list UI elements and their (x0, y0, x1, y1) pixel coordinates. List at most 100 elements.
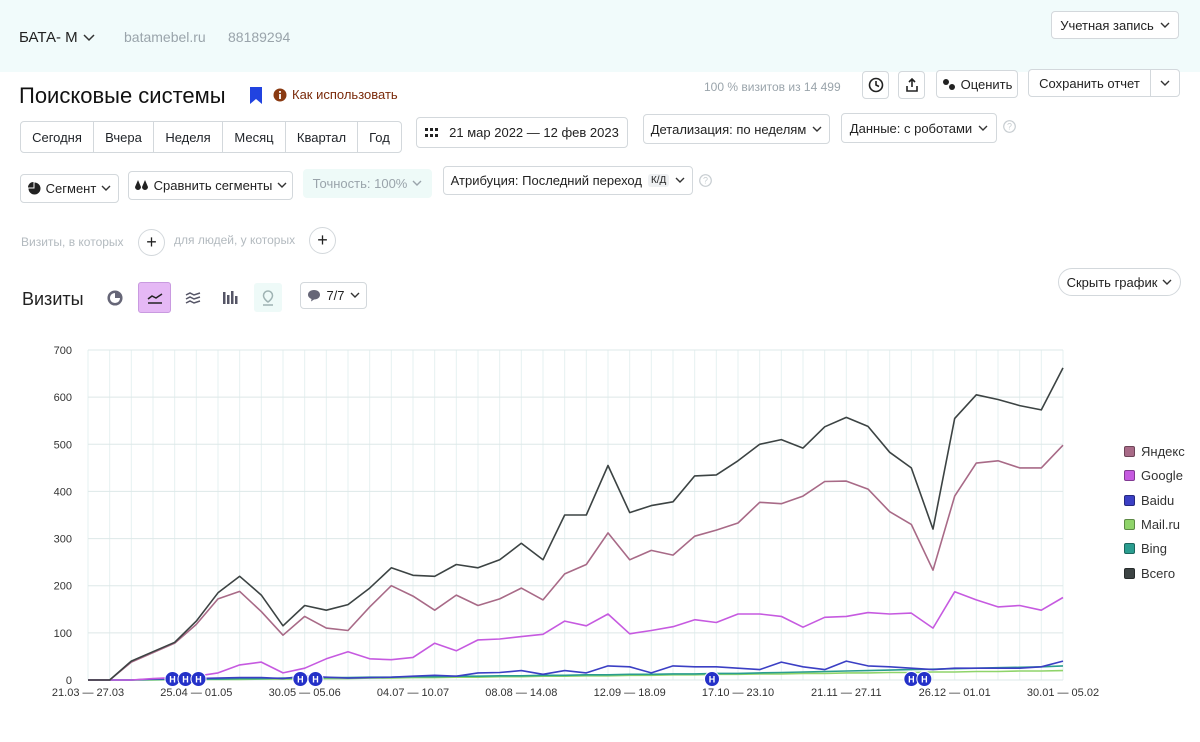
how-to-use-link[interactable]: Как использовать (273, 87, 398, 102)
line-chart-type-button[interactable] (138, 282, 171, 313)
export-button[interactable] (898, 71, 925, 99)
svg-text:?: ? (703, 176, 708, 186)
note-marker-label: Н (182, 675, 189, 685)
how-to-use-label: Как использовать (292, 87, 398, 102)
note-marker-label: Н (195, 675, 202, 685)
rate-button[interactable]: Оценить (936, 70, 1018, 98)
map-pin-icon (262, 289, 274, 306)
account-button[interactable]: Учетная запись (1051, 11, 1179, 39)
note-marker-label: Н (921, 675, 928, 685)
hide-chart-button[interactable]: Скрыть график (1058, 268, 1181, 296)
legend-label: Bing (1141, 541, 1168, 556)
legend-item-mailru[interactable]: Mail.ru (1124, 517, 1180, 532)
counter-name: БАТА- М (19, 29, 78, 46)
legend-swatch (1124, 543, 1135, 554)
visits-info: 100 % визитов из 14 499 (704, 80, 841, 94)
pie-icon (27, 182, 41, 195)
metric-title: Визиты (22, 289, 84, 309)
y-tick-label: 500 (54, 439, 72, 451)
calendar-icon (425, 127, 439, 137)
save-report-button[interactable]: Сохранить отчет (1028, 69, 1151, 97)
help-icon[interactable]: ? (699, 174, 712, 187)
note-marker-label: Н (169, 675, 176, 685)
visits-condition-label: Визиты, в которых (21, 235, 124, 249)
counter-selector[interactable]: БАТА- М (19, 29, 95, 46)
tab-today[interactable]: Сегодня (20, 121, 94, 153)
tab-week[interactable]: Неделя (153, 121, 223, 153)
detail-dropdown[interactable]: Детализация: по неделям (643, 114, 830, 144)
y-tick-label: 700 (54, 345, 72, 357)
note-marker-label: Н (908, 675, 915, 685)
series-line-google (88, 590, 1064, 681)
x-tick-label: 30.05 — 05.06 (269, 687, 341, 699)
legend-item-baidu[interactable]: Baidu (1124, 493, 1174, 508)
y-tick-label: 300 (54, 534, 72, 546)
x-tick-label: 08.08 — 14.08 (485, 687, 557, 699)
save-options-button[interactable] (1150, 69, 1180, 97)
legend-label: Baidu (1141, 493, 1175, 508)
tab-month-label: Месяц (234, 129, 274, 145)
legend-swatch (1124, 519, 1135, 530)
share-icon (905, 77, 918, 92)
chevron-down-icon (83, 33, 95, 41)
attribution-dropdown[interactable]: Атрибуция: Последний переход К/Д (443, 166, 693, 195)
history-button[interactable] (862, 71, 889, 99)
data-dropdown[interactable]: Данные: с роботами (841, 113, 997, 143)
comment-icon (308, 290, 321, 302)
chevron-down-icon (812, 126, 822, 132)
compare-segments-dropdown[interactable]: Сравнить сегменты (128, 171, 293, 200)
tab-year[interactable]: Год (357, 121, 402, 153)
tab-year-label: Год (369, 129, 390, 145)
segment-dropdown[interactable]: Сегмент (20, 174, 119, 203)
y-tick-label: 400 (54, 486, 72, 498)
chevron-down-icon (978, 125, 988, 131)
note-marker-label: Н (709, 675, 716, 685)
help-icon[interactable]: ? (1003, 120, 1016, 133)
legend-item-yandex[interactable]: Яндекс (1124, 444, 1185, 459)
segment-label: Сегмент (45, 181, 97, 196)
chevron-down-icon (1162, 279, 1172, 285)
series-line-yandex (88, 444, 1064, 681)
legend-item-bing[interactable]: Bing (1124, 541, 1167, 556)
people-condition-label: для людей, у которых (174, 233, 296, 247)
accuracy-dropdown[interactable]: Точность: 100% (303, 169, 432, 198)
note-marker-label: Н (297, 675, 304, 685)
counter-id: 88189294 (228, 29, 291, 45)
date-range-label: 21 мар 2022 — 12 фев 2023 (449, 125, 619, 140)
area-chart-type-icon[interactable] (185, 291, 201, 305)
tab-week-label: Неделя (165, 129, 211, 145)
save-report-label: Сохранить отчет (1039, 75, 1140, 91)
visits-line-chart: 0 100 200 300 400 500 600 700 21.03 — 27.03 25.04… (52, 345, 1099, 699)
bookmark-icon[interactable] (249, 86, 263, 105)
x-tick-label: 26.12 — 01.01 (919, 687, 991, 699)
y-tick-label: 0 (66, 675, 72, 687)
legend-item-google[interactable]: Google (1124, 468, 1183, 483)
bar-chart-type-icon[interactable] (222, 290, 238, 304)
add-visit-condition-button[interactable]: + (138, 229, 165, 256)
line-chart-icon (147, 292, 162, 304)
pie-chart-type-icon[interactable] (107, 290, 123, 306)
x-tick-label: 21.03 — 27.03 (52, 687, 124, 699)
tab-yesterday[interactable]: Вчера (93, 121, 154, 153)
rate-label: Оценить (960, 76, 1013, 92)
svg-text:?: ? (1007, 122, 1012, 132)
y-tick-label: 100 (54, 628, 72, 640)
legend-label: Яндекс (1141, 444, 1185, 459)
chevron-down-icon (277, 182, 287, 188)
tab-quarter-label: Квартал (296, 129, 347, 145)
chevron-down-icon (101, 185, 111, 191)
tab-today-label: Сегодня (32, 129, 82, 145)
legend-label: Google (1141, 468, 1183, 483)
compare-label: Сравнить сегменты (153, 178, 273, 193)
x-tick-label: 30.01 — 05.02 (1027, 687, 1099, 699)
tab-month[interactable]: Месяц (222, 121, 286, 153)
map-chart-type-button[interactable] (254, 283, 282, 312)
tab-quarter[interactable]: Квартал (285, 121, 358, 153)
legend-swatch (1124, 446, 1135, 457)
notes-dropdown[interactable]: 7/7 (300, 282, 367, 309)
legend-label: Mail.ru (1141, 517, 1181, 532)
legend-item-total[interactable]: Всего (1124, 566, 1175, 581)
date-range-picker[interactable]: 21 мар 2022 — 12 фев 2023 (416, 117, 628, 148)
clock-icon (868, 77, 883, 93)
add-people-condition-button[interactable]: + (309, 227, 336, 254)
